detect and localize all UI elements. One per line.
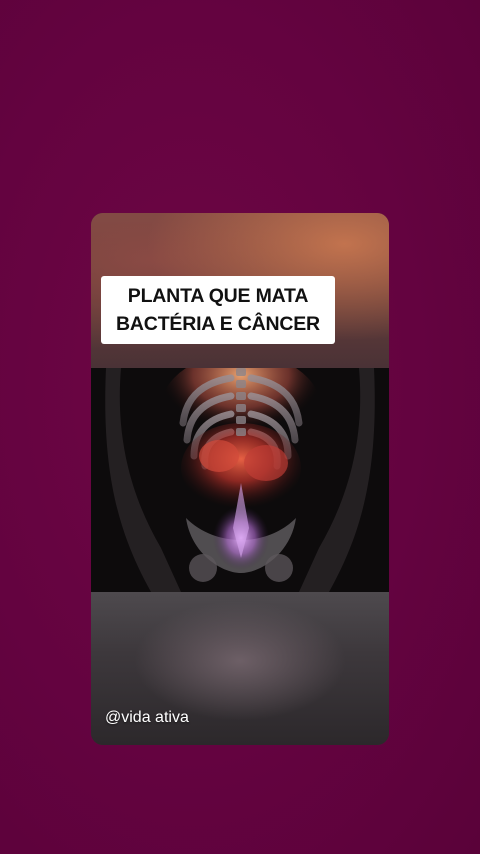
caption-box: PLANTA QUE MATA BACTÉRIA E CÂNCER xyxy=(101,276,335,344)
caption-line-1: PLANTA QUE MATA xyxy=(127,285,309,307)
account-handle[interactable]: @vida ativa xyxy=(105,709,189,727)
caption-line-2: BACTÉRIA E CÂNCER xyxy=(116,313,320,335)
story-card[interactable]: PLANTA QUE MATA BACTÉRIA E CÂNCER @vida … xyxy=(91,213,389,745)
xray-body-scan-image xyxy=(91,368,389,592)
xray-video-frame[interactable] xyxy=(91,368,389,592)
